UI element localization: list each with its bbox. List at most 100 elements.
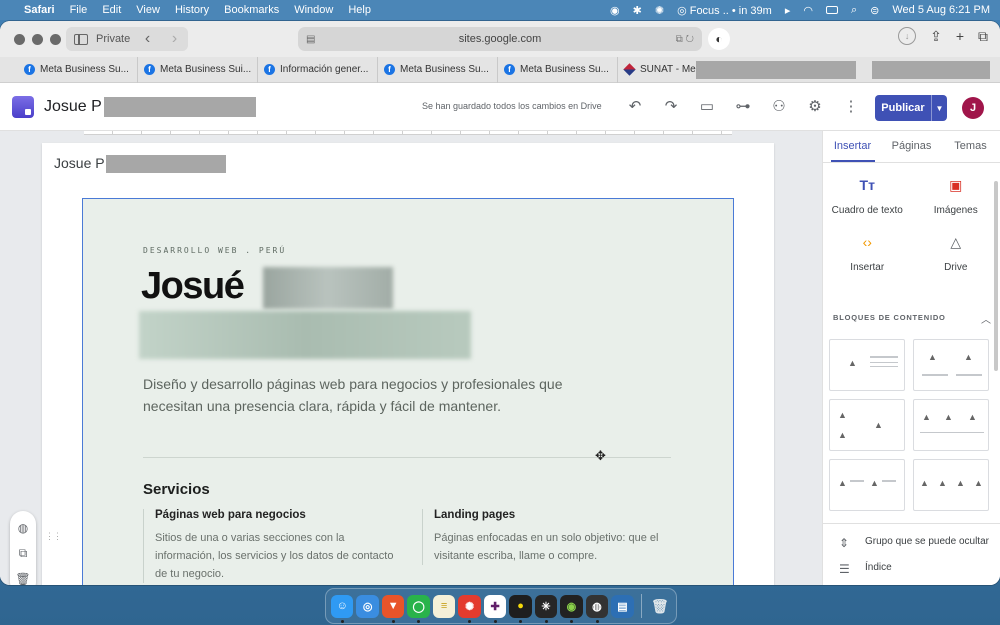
- sphere-app-icon[interactable]: ◍: [585, 594, 609, 623]
- forward-icon[interactable]: ›: [172, 30, 177, 48]
- redacted-block: [872, 60, 990, 79]
- preview-icon[interactable]: ▭: [698, 97, 716, 115]
- bluetooth-icon[interactable]: ✱: [633, 4, 642, 17]
- finder-icon[interactable]: ☺: [331, 594, 354, 623]
- browser-tab[interactable]: f Meta Business Sui...: [138, 56, 258, 83]
- preview-app-icon[interactable]: ▤: [611, 594, 634, 618]
- tab-overview-icon[interactable]: ⧉: [978, 28, 988, 45]
- tab-insertar[interactable]: Insertar: [823, 131, 882, 162]
- insert-table-of-contents[interactable]: ☰ Índice: [823, 550, 1000, 576]
- slack-icon[interactable]: ✚: [483, 594, 507, 623]
- redo-icon[interactable]: ↷: [662, 97, 680, 115]
- insert-text-box[interactable]: Tт Cuadro de texto: [823, 177, 912, 216]
- content-block-layout[interactable]: ▲ ▲: [829, 459, 905, 511]
- services-heading[interactable]: Servicios: [143, 481, 210, 498]
- whatsapp-icon[interactable]: ◯: [407, 594, 430, 623]
- delete-icon[interactable]: 🗑: [15, 572, 30, 586]
- hero-name[interactable]: Josué: [141, 265, 245, 308]
- back-icon[interactable]: ‹: [145, 30, 150, 48]
- avatar[interactable]: J: [962, 97, 984, 119]
- safari-icon[interactable]: ◎: [356, 594, 379, 618]
- privacy-shield-icon[interactable]: ◐: [708, 28, 730, 50]
- insert-collapsible-group[interactable]: ⇕ Grupo que se puede ocultar: [823, 524, 1000, 550]
- publish-button[interactable]: Publicar ▼: [875, 95, 947, 121]
- browser-tab[interactable]: f Meta Business Su...: [378, 56, 498, 83]
- content-block-layout[interactable]: ▲ ▲ ▲: [913, 399, 989, 451]
- palette-icon[interactable]: ◍: [18, 521, 28, 535]
- perplexity-icon[interactable]: ✳: [534, 594, 558, 623]
- site-name[interactable]: Josue P: [44, 98, 102, 116]
- duplicate-icon[interactable]: ⧉: [19, 546, 28, 561]
- more-vert-icon[interactable]: ⋮: [842, 97, 860, 115]
- trash-icon[interactable]: 🗑: [649, 595, 671, 618]
- brave-icon[interactable]: ▼: [381, 594, 405, 623]
- battery-icon[interactable]: [825, 6, 838, 14]
- share-icon[interactable]: ⇪: [930, 28, 942, 45]
- tab-paginas[interactable]: Páginas: [882, 131, 941, 162]
- new-tab-icon[interactable]: +: [956, 28, 964, 44]
- yellow-app-icon[interactable]: ●: [509, 594, 532, 623]
- browser-tab[interactable]: f Meta Business Su...: [498, 56, 618, 83]
- reload-icon[interactable]: ⧉ ↻: [676, 34, 694, 45]
- blurred-subtitle: [139, 311, 471, 359]
- browser-tab[interactable]: f Meta Business Su...: [18, 56, 138, 83]
- settings-gear-icon[interactable]: ⚙: [806, 97, 824, 115]
- insert-images[interactable]: ▣ Imágenes: [912, 177, 1000, 216]
- share-user-icon[interactable]: ⚇: [770, 97, 788, 115]
- panel-scrollbar[interactable]: [994, 181, 998, 371]
- menu-history[interactable]: History: [175, 4, 209, 16]
- content-block-layout[interactable]: ▲: [829, 339, 905, 391]
- browser-tab[interactable]: f Información gener...: [258, 56, 378, 83]
- zoom-window-button[interactable]: [50, 33, 61, 45]
- minimize-window-button[interactable]: [32, 33, 43, 45]
- chevron-up-icon[interactable]: ︿: [981, 311, 991, 326]
- play-icon[interactable]: ▸: [785, 4, 791, 17]
- content-block-layout[interactable]: ▲ ▲ ▲ ▲: [913, 459, 989, 511]
- drag-handle-icon[interactable]: ⋮⋮: [45, 531, 62, 542]
- record-icon[interactable]: ◉: [610, 4, 620, 17]
- insert-embed[interactable]: ‹› Insertar: [823, 234, 912, 273]
- hero-section[interactable]: DESARROLLO WEB . PERÚ Josué Diseño y des…: [82, 198, 734, 585]
- downloads-icon[interactable]: ↓: [898, 27, 917, 45]
- link-icon[interactable]: ⊶: [734, 97, 752, 115]
- browser-tab-active[interactable]: SUNAT - Menú: [618, 57, 696, 83]
- menu-window[interactable]: Window: [294, 4, 333, 16]
- site-page: Josue P DESARROLLO WEB . PERÚ Josué Dise…: [42, 143, 774, 585]
- google-sites-logo-icon[interactable]: [12, 95, 34, 118]
- service-card[interactable]: Páginas web para negocios Sitios de una …: [143, 509, 405, 583]
- blurred-lastname: [263, 267, 393, 309]
- burst-app-icon[interactable]: ✺: [458, 594, 481, 623]
- section-toolbar: ◍ ⧉ 🗑: [10, 511, 36, 585]
- control-center-icon[interactable]: ⊜: [870, 4, 879, 17]
- insert-drive[interactable]: △ Drive: [912, 234, 1000, 273]
- spiral-app-icon[interactable]: ◉: [560, 594, 583, 623]
- focus-timer[interactable]: ◎ Focus .. • in 39m: [677, 4, 772, 17]
- content-block-layout[interactable]: ▲ ▲: [913, 339, 989, 391]
- content-block-layout[interactable]: ▲ ▲ ▲: [829, 399, 905, 451]
- app-menu[interactable]: Safari: [24, 4, 55, 16]
- undo-icon[interactable]: ↶: [626, 97, 644, 115]
- tab-temas[interactable]: Temas: [941, 131, 1000, 162]
- notes-icon[interactable]: ≡: [432, 594, 456, 618]
- toc-icon: ☰: [839, 562, 850, 576]
- service-card[interactable]: Landing pages Páginas enfocadas en un so…: [422, 509, 684, 565]
- menu-help[interactable]: Help: [348, 4, 371, 16]
- address-bar[interactable]: ▤ sites.google.com ⧉ ↻: [298, 27, 702, 51]
- close-window-button[interactable]: [14, 33, 25, 45]
- search-icon[interactable]: ⌕: [851, 4, 857, 17]
- brightness-icon[interactable]: ✺: [655, 4, 664, 17]
- menu-file[interactable]: File: [70, 4, 88, 16]
- clock[interactable]: Wed 5 Aug 6:21 PM: [892, 4, 990, 16]
- menu-edit[interactable]: Edit: [102, 4, 121, 16]
- page-site-title[interactable]: Josue P: [54, 155, 226, 174]
- publish-dropdown-icon[interactable]: ▼: [931, 95, 947, 121]
- embed-icon: ‹›: [862, 234, 872, 250]
- menu-bookmarks[interactable]: Bookmarks: [224, 4, 279, 16]
- page-menu-icon[interactable]: ▤: [306, 34, 315, 45]
- hero-tagline[interactable]: Diseño y desarrollo páginas web para neg…: [143, 373, 603, 417]
- image-icon: ▲: [848, 358, 857, 368]
- menu-view[interactable]: View: [136, 4, 160, 16]
- wifi-icon[interactable]: ◠: [803, 4, 813, 17]
- eyebrow-text: DESARROLLO WEB . PERÚ: [143, 246, 287, 255]
- panel-bottom-items: ⇕ Grupo que se puede ocultar ☰ Índice: [823, 523, 1000, 576]
